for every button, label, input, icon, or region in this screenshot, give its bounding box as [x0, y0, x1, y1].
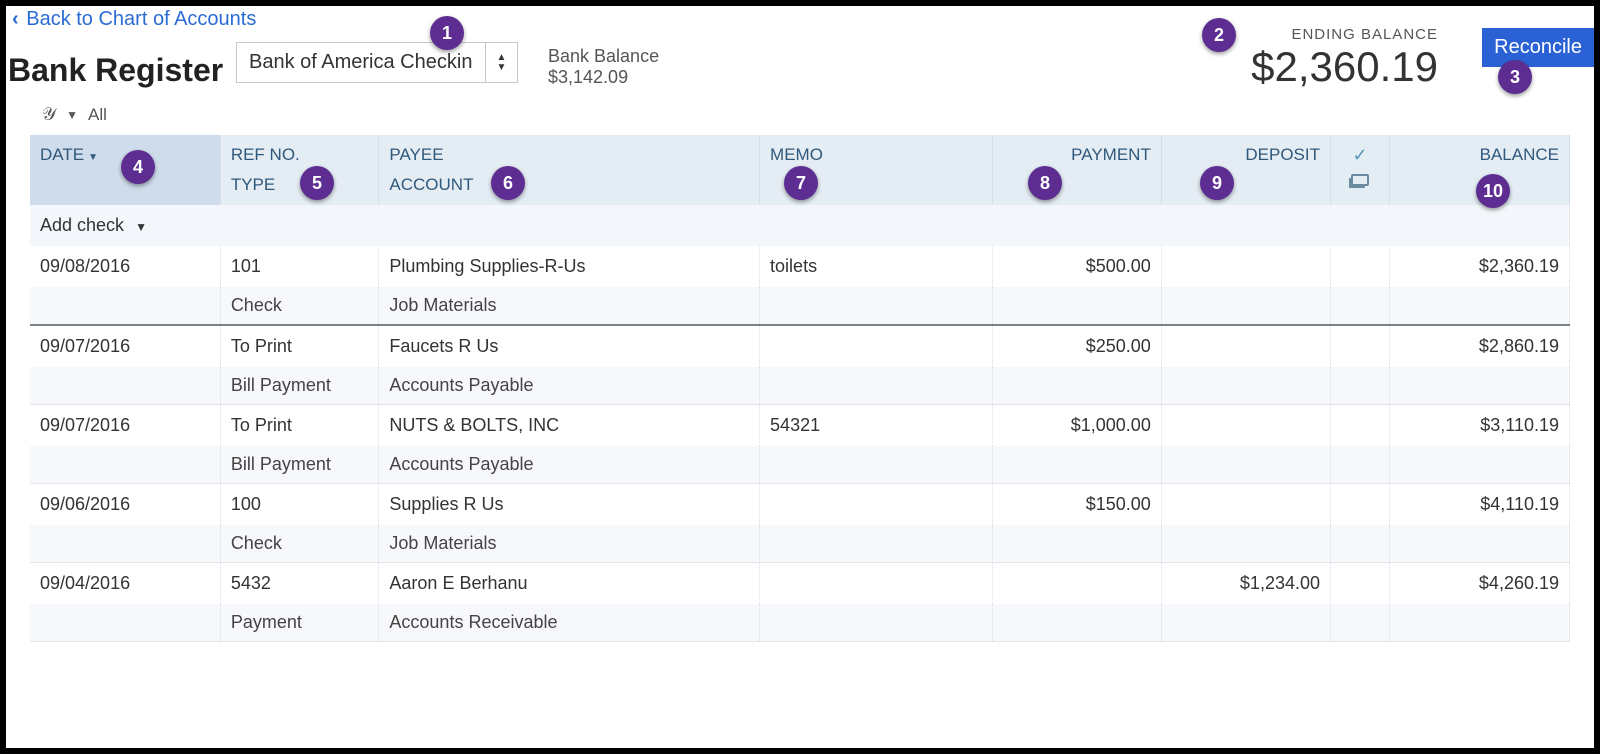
back-label: Back to Chart of Accounts: [26, 8, 256, 30]
cell-status: [1331, 246, 1390, 287]
cell-deposit: $1,234.00: [1161, 563, 1330, 605]
check-icon: ✓: [1341, 145, 1379, 166]
register-table: DATE▼ REF NO. TYPE PAYEE ACCOUNT MEMO PA…: [30, 135, 1570, 642]
chevron-down-icon: ▼: [135, 220, 147, 234]
cell-ref: To Print: [220, 325, 379, 367]
table-row[interactable]: 09/07/2016To PrintNUTS & BOLTS, INC54321…: [30, 405, 1570, 447]
cell-account: Job Materials: [379, 525, 760, 562]
cell-payee: Supplies R Us: [379, 484, 760, 526]
table-row[interactable]: 09/04/20165432Aaron E Berhanu $1,234.00 $4…: [30, 563, 1570, 605]
add-check-row[interactable]: Add check ▼: [30, 205, 1570, 246]
chevron-left-icon: ‹: [12, 8, 19, 30]
cell-deposit: [1161, 246, 1330, 287]
filter-caret-icon[interactable]: ▼: [66, 108, 78, 122]
cell-ref: To Print: [220, 405, 379, 447]
cell-payment: $250.00: [992, 325, 1161, 367]
bank-balance-label: Bank Balance: [548, 46, 659, 66]
cell-type: Bill Payment: [220, 446, 379, 483]
cell-balance: $2,360.19: [1390, 246, 1570, 287]
header-row: DATE▼ REF NO. TYPE PAYEE ACCOUNT MEMO PA…: [30, 135, 1570, 205]
col-payee[interactable]: PAYEE ACCOUNT: [379, 135, 760, 205]
page-title: Bank Register: [8, 52, 223, 89]
filter-icon[interactable]: 𝒴: [42, 104, 56, 125]
cell-status: [1331, 484, 1390, 526]
add-check-label: Add check: [40, 215, 124, 235]
sort-caret-icon: ▼: [88, 152, 98, 163]
table-row-sub[interactable]: Bill PaymentAccounts Payable: [30, 367, 1570, 404]
cell-status: [1331, 563, 1390, 605]
filter-text: All: [88, 105, 107, 125]
cell-memo: [760, 563, 993, 605]
cell-account: Accounts Payable: [379, 446, 760, 483]
cell-date: 09/08/2016: [30, 246, 220, 287]
col-payment[interactable]: PAYMENT: [992, 135, 1161, 205]
cell-payment: $150.00: [992, 484, 1161, 526]
cell-payment: $500.00: [992, 246, 1161, 287]
cell-payee: NUTS & BOLTS, INC: [379, 405, 760, 447]
col-deposit[interactable]: DEPOSIT: [1161, 135, 1330, 205]
cell-payment: [992, 563, 1161, 605]
cell-balance: $2,860.19: [1390, 325, 1570, 367]
table-row-sub[interactable]: CheckJob Materials: [30, 525, 1570, 562]
cell-ref: 101: [220, 246, 379, 287]
col-status[interactable]: ✓: [1331, 135, 1390, 205]
cell-memo: 54321: [760, 405, 993, 447]
cell-deposit: [1161, 325, 1330, 367]
cell-account: Accounts Payable: [379, 367, 760, 404]
window-icon: [1351, 174, 1369, 186]
cell-deposit: [1161, 405, 1330, 447]
cell-memo: [760, 484, 993, 526]
cell-status: [1331, 405, 1390, 447]
cell-deposit: [1161, 484, 1330, 526]
cell-type: Check: [220, 525, 379, 562]
ending-balance-value: $2,360.19: [1251, 43, 1438, 91]
cell-payee: Aaron E Berhanu: [379, 563, 760, 605]
cell-balance: $4,260.19: [1390, 563, 1570, 605]
cell-balance: $3,110.19: [1390, 405, 1570, 447]
account-dropdown[interactable]: Bank of America Checkin ▲ ▼: [236, 42, 518, 83]
bank-balance-block: Bank Balance $3,142.09: [548, 46, 659, 88]
table-row-sub[interactable]: CheckJob Materials: [30, 287, 1570, 324]
header-region: ‹ Back to Chart of Accounts Bank Registe…: [6, 6, 1594, 98]
cell-type: Payment: [220, 604, 379, 641]
col-date[interactable]: DATE▼: [30, 135, 220, 205]
col-balance[interactable]: BALANCE: [1390, 135, 1570, 205]
cell-balance: $4,110.19: [1390, 484, 1570, 526]
cell-type: Check: [220, 287, 379, 324]
table-row-sub[interactable]: Bill PaymentAccounts Payable: [30, 446, 1570, 483]
cell-status: [1331, 325, 1390, 367]
cell-memo: toilets: [760, 246, 993, 287]
cell-ref: 5432: [220, 563, 379, 605]
cell-payment: $1,000.00: [992, 405, 1161, 447]
account-dropdown-button[interactable]: ▲ ▼: [486, 42, 518, 83]
reconcile-button[interactable]: Reconcile: [1482, 28, 1594, 67]
cell-account: Job Materials: [379, 287, 760, 324]
back-to-chart-link[interactable]: ‹ Back to Chart of Accounts: [12, 8, 256, 31]
caret-down-icon: ▼: [497, 63, 507, 73]
caret-up-icon: ▲: [497, 53, 507, 63]
filter-bar: 𝒴 ▼ All: [6, 98, 1594, 131]
col-ref[interactable]: REF NO. TYPE: [220, 135, 379, 205]
cell-date: 09/07/2016: [30, 405, 220, 447]
cell-type: Bill Payment: [220, 367, 379, 404]
ending-balance-block: ENDING BALANCE $2,360.19: [1251, 26, 1438, 91]
cell-date: 09/06/2016: [30, 484, 220, 526]
cell-account: Accounts Receivable: [379, 604, 760, 641]
ending-balance-label: ENDING BALANCE: [1251, 26, 1438, 43]
cell-memo: [760, 325, 993, 367]
cell-ref: 100: [220, 484, 379, 526]
table-row[interactable]: 09/06/2016100Supplies R Us $150.00 $4,110.…: [30, 484, 1570, 526]
table-row[interactable]: 09/07/2016To PrintFaucets R Us $250.00 $2,…: [30, 325, 1570, 367]
cell-payee: Faucets R Us: [379, 325, 760, 367]
cell-payee: Plumbing Supplies-R-Us: [379, 246, 760, 287]
col-memo[interactable]: MEMO: [760, 135, 993, 205]
table-row-sub[interactable]: PaymentAccounts Receivable: [30, 604, 1570, 641]
account-dropdown-value: Bank of America Checkin: [236, 42, 486, 83]
cell-date: 09/04/2016: [30, 563, 220, 605]
table-row[interactable]: 09/08/2016101Plumbing Supplies-R-Ustoile…: [30, 246, 1570, 287]
bank-balance-value: $3,142.09: [548, 67, 659, 88]
cell-date: 09/07/2016: [30, 325, 220, 367]
